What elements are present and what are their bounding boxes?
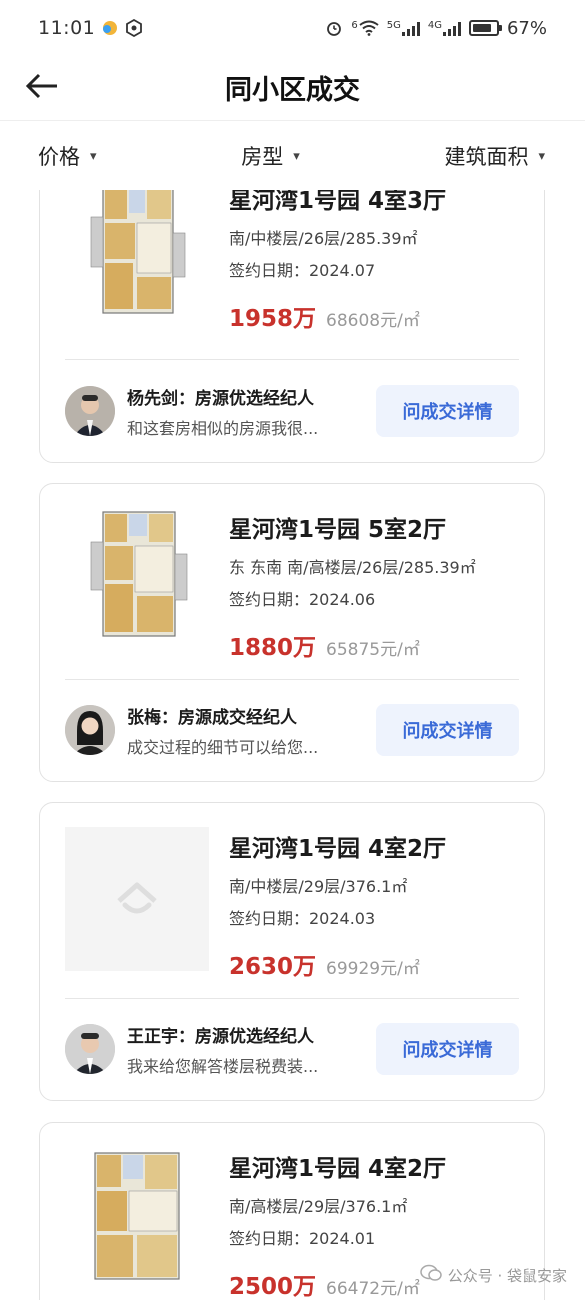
listing-meta: 东 东南 南/高楼层/26层/285.39㎡ xyxy=(229,558,476,577)
listing-unit-price: 68608元/㎡ xyxy=(326,311,420,331)
chevron-down-icon: ▾ xyxy=(293,149,300,164)
listing-title: 星河湾1号园 5室2厅 xyxy=(229,517,447,543)
listing-date: 签约日期：2024.03 xyxy=(229,909,376,928)
divider xyxy=(65,359,519,360)
avatar xyxy=(65,1024,115,1074)
agent-row: 张梅：房源成交经纪人 成交过程的细节可以给您... 问成交详情 xyxy=(65,702,519,758)
agent-message: 成交过程的细节可以给您... xyxy=(127,737,319,757)
wechat-icon xyxy=(419,1264,442,1286)
listing-title: 星河湾1号园 4室2厅 xyxy=(229,1156,447,1182)
listing-unit-price: 69929元/㎡ xyxy=(326,959,420,979)
divider xyxy=(65,998,519,999)
agent-row: 杨先剑：房源优选经纪人 和这套房相似的房源我很... 问成交详情 xyxy=(65,383,519,439)
watermark: 公众号 · 袋鼠安家 xyxy=(419,1264,567,1286)
chevron-down-icon: ▾ xyxy=(90,149,97,164)
listing-price: 1880万 xyxy=(229,635,317,661)
listing-date: 签约日期：2024.01 xyxy=(229,1229,376,1248)
listing-title: 星河湾1号园 4室3厅 xyxy=(229,190,447,214)
battery-icon xyxy=(468,20,502,36)
listing-unit-price: 66472元/㎡ xyxy=(326,1279,420,1299)
listing-card[interactable]: 星河湾1号园 4室3厅 南/中楼层/26层/285.39㎡ 签约日期：2024.… xyxy=(39,190,545,463)
nav-bar: 同小区成交 xyxy=(0,56,585,118)
signal-5g-icon: 5G xyxy=(387,20,420,36)
status-bar: 11:01 6 5G 4G 67% xyxy=(0,0,585,56)
image-placeholder xyxy=(65,827,209,971)
divider xyxy=(65,679,519,680)
network-5g-label: 5G xyxy=(386,20,401,31)
avatar xyxy=(65,705,115,755)
back-arrow-icon xyxy=(25,73,57,99)
filter-layout-label: 房型 xyxy=(241,144,284,169)
network-4g-label: 4G xyxy=(427,20,442,31)
ask-details-button[interactable]: 问成交详情 xyxy=(376,704,519,756)
listing-meta: 南/高楼层/29层/376.1㎡ xyxy=(229,1197,408,1216)
filter-area[interactable]: 建筑面积 ▾ xyxy=(444,141,545,171)
alarm-icon xyxy=(325,19,343,37)
agent-name: 张梅：房源成交经纪人 xyxy=(127,707,297,728)
listing-price: 2630万 xyxy=(229,954,317,980)
status-time: 11:01 xyxy=(38,17,96,39)
avatar xyxy=(65,386,115,436)
filter-bar: 价格 ▾ 房型 ▾ 建筑面积 ▾ xyxy=(0,120,585,190)
listing-date: 签约日期：2024.06 xyxy=(229,590,376,609)
agent-message: 和这套房相似的房源我很... xyxy=(127,418,319,438)
filter-layout[interactable]: 房型 ▾ xyxy=(241,141,300,171)
agent-row: 王正宇：房源优选经纪人 我来给您解答楼层税费装... 问成交详情 xyxy=(65,1021,519,1077)
transaction-list: 星河湾1号园 4室3厅 南/中楼层/26层/285.39㎡ 签约日期：2024.… xyxy=(0,190,585,1300)
wifi-icon: 6 xyxy=(351,20,379,36)
shield-icon xyxy=(125,18,143,38)
placeholder-logo-icon xyxy=(117,882,157,914)
agent-message: 我来给您解答楼层税费装... xyxy=(127,1056,319,1076)
agent-name: 杨先剑：房源优选经纪人 xyxy=(127,388,314,409)
listing-price: 2500万 xyxy=(229,1274,317,1300)
floorplan-image xyxy=(65,1143,209,1287)
listing-title: 星河湾1号园 4室2厅 xyxy=(229,836,447,862)
ask-details-button[interactable]: 问成交详情 xyxy=(376,385,519,437)
app-notification-icon xyxy=(101,19,119,37)
listing-unit-price: 65875元/㎡ xyxy=(326,640,420,660)
filter-price-label: 价格 xyxy=(38,144,80,169)
ask-details-button[interactable]: 问成交详情 xyxy=(376,1023,519,1075)
wifi-network-label: 6 xyxy=(351,20,358,31)
filter-area-label: 建筑面积 xyxy=(444,144,529,169)
signal-4g-icon: 4G xyxy=(428,20,461,36)
listing-price: 1958万 xyxy=(229,306,317,332)
floorplan-image xyxy=(65,190,209,321)
battery-percent: 67% xyxy=(506,17,547,39)
listing-date: 签约日期：2024.07 xyxy=(229,261,376,280)
filter-price[interactable]: 价格 ▾ xyxy=(38,141,97,171)
back-button[interactable] xyxy=(22,68,62,104)
floorplan-image xyxy=(65,500,209,644)
listing-meta: 南/中楼层/29层/376.1㎡ xyxy=(229,877,408,896)
listing-card[interactable]: 星河湾1号园 5室2厅 东 东南 南/高楼层/26层/285.39㎡ 签约日期：… xyxy=(39,483,545,782)
chevron-down-icon: ▾ xyxy=(538,149,545,164)
page-title: 同小区成交 xyxy=(225,74,360,106)
watermark-text: 公众号 · 袋鼠安家 xyxy=(447,1266,567,1285)
listing-meta: 南/中楼层/26层/285.39㎡ xyxy=(229,229,418,248)
agent-name: 王正宇：房源优选经纪人 xyxy=(127,1026,314,1047)
listing-card[interactable]: 星河湾1号园 4室2厅 南/中楼层/29层/376.1㎡ 签约日期：2024.0… xyxy=(39,802,545,1101)
